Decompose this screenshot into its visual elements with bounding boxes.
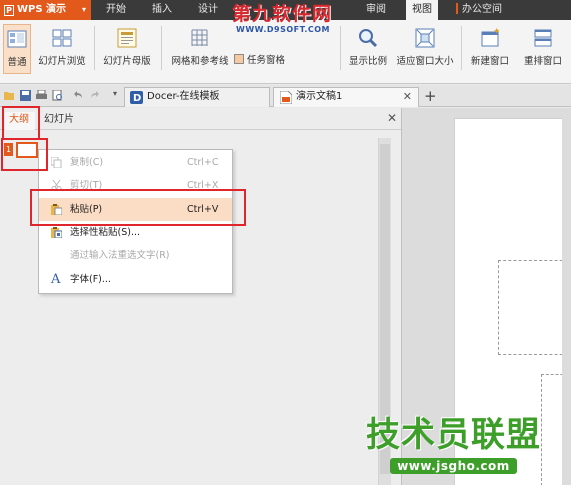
accent-bar-icon — [456, 3, 458, 14]
slide-sorter-label: 幻灯片浏览 — [38, 56, 86, 67]
presentation-file-icon — [280, 91, 292, 104]
tab-office-space[interactable]: 办公空间 — [450, 0, 508, 20]
font-icon: A — [51, 272, 61, 287]
watermark-bottom-title: 技术员联盟 — [366, 415, 541, 455]
customize-toolbar-icon[interactable]: ▾ — [113, 89, 117, 98]
grid-icon — [189, 27, 211, 49]
print-icon[interactable] — [36, 90, 47, 101]
tab-view[interactable]: 视图 — [406, 0, 438, 20]
watermark-bottom: 技术员联盟 www.jsgho.com — [341, 414, 566, 482]
slide-sorter-icon — [51, 27, 73, 49]
slide-master-button[interactable]: 幻灯片母版 — [99, 24, 155, 74]
magnifier-icon — [357, 27, 379, 49]
app-menu-button[interactable]: P WPS 演示 ▾ — [0, 0, 91, 20]
add-tab-icon[interactable]: + — [424, 88, 437, 104]
checkbox-icon — [234, 54, 244, 64]
quick-access-toolbar: ▾ D Docer-在线模板 演示文稿1 ✕ + — [0, 85, 571, 107]
arrange-windows-label: 重排窗口 — [523, 56, 562, 67]
menu-item-ime-reconvert[interactable]: 通过输入法重选文字(R) — [39, 244, 232, 267]
annotation-slide-thumbnail — [1, 138, 48, 171]
zoom-button[interactable]: 显示比例 — [345, 24, 391, 74]
menu-item-copy[interactable]: 复制(C) Ctrl+C — [39, 151, 232, 174]
arrange-windows-icon — [532, 27, 554, 49]
tab-insert[interactable]: 插入 — [146, 0, 178, 20]
watermark-top-title: 第九软件网 — [232, 3, 333, 25]
grid-guides-label: 网格和参考线 — [171, 56, 229, 67]
doc-tab-docer-label: Docer-在线模板 — [147, 91, 220, 102]
menu-item-copy-label: 复制(C) — [70, 157, 104, 168]
tab-office-space-label: 办公空间 — [462, 4, 502, 15]
close-icon[interactable]: ✕ — [387, 111, 397, 125]
save-icon[interactable] — [20, 90, 31, 101]
new-window-label: 新建窗口 — [470, 56, 509, 67]
ribbon-separator — [94, 26, 95, 70]
svg-text:✦: ✦ — [493, 27, 501, 37]
wps-presentation-icon: P — [4, 5, 14, 16]
pane-header: 大纲 幻灯片 ✕ — [0, 108, 401, 130]
menu-item-ime-reconvert-label: 通过输入法重选文字(R) — [70, 250, 170, 261]
normal-view-icon — [6, 28, 28, 50]
tab-review[interactable]: 审阅 — [360, 0, 392, 20]
fit-window-button[interactable]: 适应窗口大小 — [393, 24, 457, 74]
tab-home[interactable]: 开始 — [100, 0, 132, 20]
zoom-label: 显示比例 — [348, 56, 387, 67]
annotation-paste-item — [30, 189, 246, 226]
paste-special-icon — [51, 227, 62, 238]
menu-item-font[interactable]: A 字体(F)... — [39, 268, 232, 291]
arrange-windows-button[interactable]: 重排窗口 — [516, 24, 570, 74]
normal-view-label: 普通 — [7, 57, 27, 68]
watermark-top-url: WWW.D9SOFT.COM — [236, 25, 331, 34]
new-window-button[interactable]: ✦ 新建窗口 — [465, 24, 515, 74]
open-folder-icon[interactable] — [4, 90, 15, 101]
doc-tab-presentation[interactable]: 演示文稿1 ✕ — [273, 87, 419, 107]
app-name: WPS 演示 — [17, 4, 67, 15]
tab-design[interactable]: 设计 — [192, 0, 224, 20]
docer-icon: D — [130, 91, 143, 104]
watermark-bottom-url: www.jsgho.com — [390, 458, 517, 474]
title-placeholder[interactable] — [498, 260, 571, 355]
task-pane-toggle[interactable]: 任务窗格 — [234, 52, 294, 68]
svg-text:D: D — [133, 93, 141, 104]
watermark-top: 第九软件网 WWW.D9SOFT.COM — [232, 4, 350, 44]
menu-item-copy-shortcut: Ctrl+C — [187, 157, 219, 168]
doc-tab-presentation-label: 演示文稿1 — [296, 91, 343, 102]
ribbon-separator — [161, 26, 162, 70]
redo-icon[interactable] — [90, 90, 101, 101]
chevron-down-icon: ▾ — [81, 5, 86, 14]
slide-master-label: 幻灯片母版 — [103, 56, 151, 67]
tab-slides[interactable]: 幻灯片 — [44, 112, 74, 130]
normal-view-button[interactable]: 普通 — [3, 24, 31, 74]
annotation-outline-tab — [2, 106, 40, 140]
close-icon[interactable]: ✕ — [403, 88, 412, 106]
menu-item-font-label: 字体(F)... — [70, 274, 111, 285]
fit-window-icon — [414, 27, 436, 49]
task-pane-label: 任务窗格 — [247, 55, 286, 66]
copy-icon — [51, 157, 62, 168]
ribbon-separator — [461, 26, 462, 70]
new-window-icon: ✦ — [479, 27, 501, 49]
slide-sorter-button[interactable]: 幻灯片浏览 — [34, 24, 90, 74]
fit-window-label: 适应窗口大小 — [396, 56, 454, 67]
grid-guides-button[interactable]: 网格和参考线 — [166, 24, 234, 74]
slide-master-icon — [116, 27, 138, 49]
doc-tab-docer[interactable]: D Docer-在线模板 — [124, 87, 270, 107]
print-preview-icon[interactable] — [52, 90, 63, 101]
undo-icon[interactable] — [72, 90, 83, 101]
